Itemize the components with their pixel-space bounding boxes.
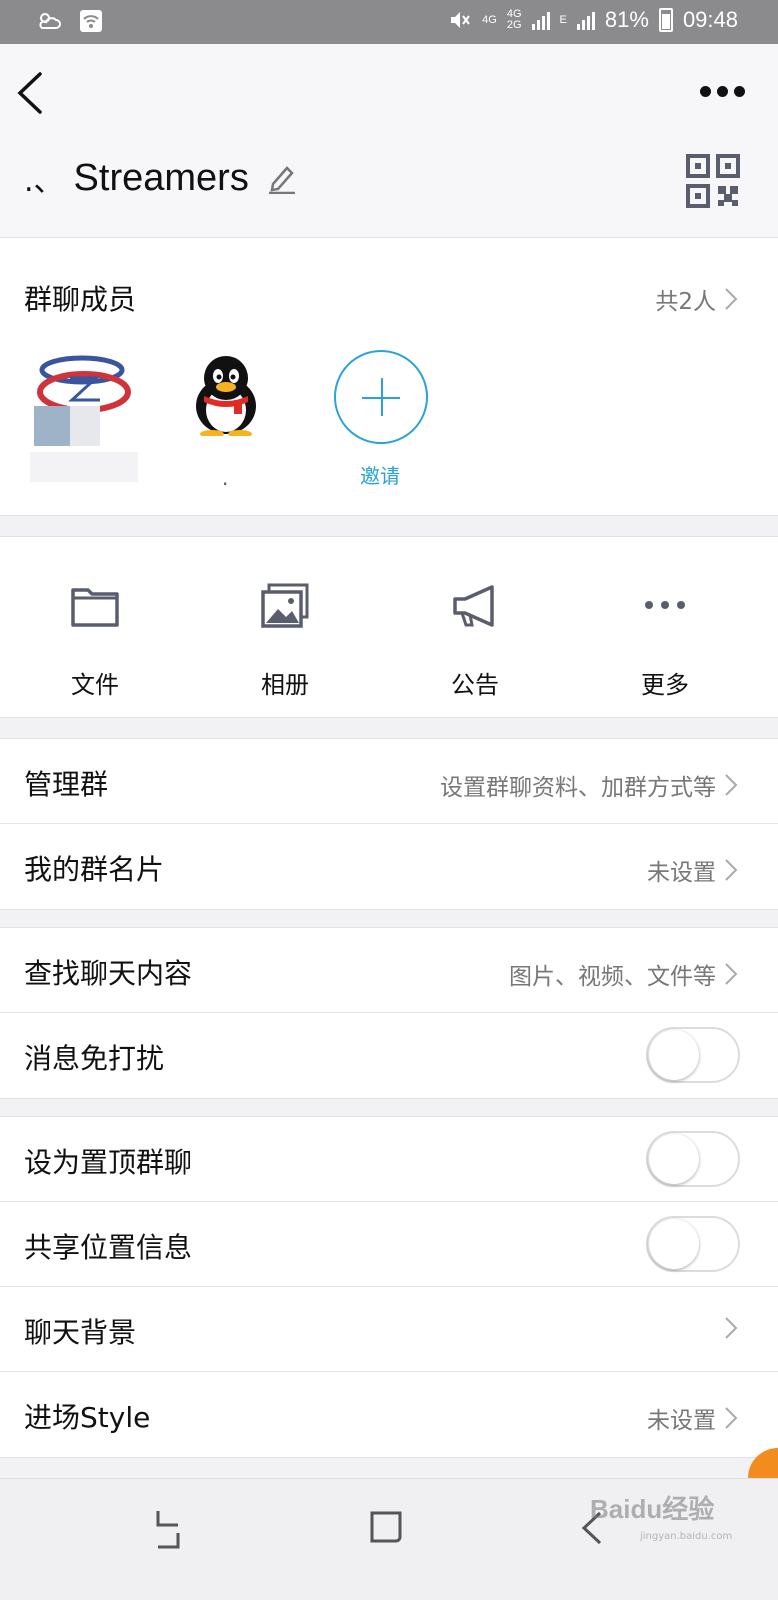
row-search-value: 图片、视频、文件等 — [509, 964, 716, 990]
network-dual-bottom: 2G — [506, 19, 522, 31]
folder-icon — [71, 588, 119, 627]
clock: 09:48 — [682, 7, 738, 32]
album-icon — [261, 583, 309, 628]
shortcut-announcement-label: 公告 — [451, 671, 499, 699]
watermark-logo: Baidu经验 — [590, 1494, 715, 1524]
announcement-icon — [453, 585, 494, 627]
invite-label[interactable]: 邀请 — [360, 460, 400, 489]
status-bar: 4G 4G 2G E 81% 09:48 — [0, 0, 778, 44]
row-mute: 消息免打扰 — [0, 1013, 778, 1098]
row-pin-label: 设为置顶群聊 — [24, 1146, 193, 1179]
back-arrow-icon[interactable] — [14, 70, 48, 116]
watermark-url: jingyan.baidu.com — [640, 1531, 733, 1542]
row-manage-label: 管理群 — [24, 768, 109, 801]
members-title: 群聊成员 — [24, 283, 137, 316]
row-my-card-value-wrap: 未设置 — [647, 853, 738, 887]
network-dual-label: 4G 2G — [507, 9, 522, 31]
wifi-icon — [80, 10, 102, 32]
row-search-value-wrap: 图片、视频、文件等 — [509, 957, 738, 991]
shortcut-more[interactable]: 更多 — [570, 537, 760, 719]
members-count: 共2人 — [655, 289, 716, 315]
row-location-label: 共享位置信息 — [24, 1231, 193, 1264]
chevron-right-icon — [725, 1317, 738, 1339]
members-count-link[interactable]: 共2人 — [655, 282, 738, 316]
shortcut-more-label: 更多 — [641, 671, 689, 699]
member-avatar-2[interactable] — [190, 356, 262, 436]
row-search-history[interactable]: 查找聊天内容 图片、视频、文件等 — [0, 928, 778, 1013]
chevron-right-icon — [725, 859, 738, 881]
battery-percent: 81% — [604, 7, 649, 32]
row-background[interactable]: 聊天背景 — [0, 1287, 778, 1372]
shortcut-grid: 文件 相册 公告 更多 — [0, 536, 778, 718]
home-icon[interactable] — [368, 1509, 404, 1545]
group-header: .、 Streamers — [0, 44, 778, 238]
member-2-name: . — [222, 466, 229, 490]
row-manage-group[interactable]: 管理群 设置群聊资料、加群方式等 — [0, 739, 778, 824]
shortcut-album[interactable]: 相册 — [190, 537, 380, 719]
row-manage-value-wrap: 设置群聊资料、加群方式等 — [440, 768, 738, 802]
row-my-card[interactable]: 我的群名片 未设置 — [0, 824, 778, 909]
row-style-value: 未设置 — [647, 1408, 716, 1434]
chevron-right-icon — [725, 1407, 738, 1429]
group-title-row[interactable]: .、 Streamers — [24, 156, 297, 200]
shortcut-files-label: 文件 — [71, 671, 119, 699]
group-title: Streamers — [73, 156, 249, 199]
more-icon — [645, 601, 685, 609]
qr-code-icon[interactable] — [686, 154, 740, 208]
row-entry-style[interactable]: 进场Style 未设置 — [0, 1372, 778, 1457]
pin-toggle[interactable] — [646, 1131, 740, 1187]
row-search-label: 查找聊天内容 — [24, 957, 193, 990]
row-mute-label: 消息免打扰 — [24, 1042, 165, 1075]
shortcut-files[interactable]: 文件 — [0, 537, 190, 719]
mute-toggle[interactable] — [646, 1027, 740, 1083]
recent-apps-icon[interactable] — [148, 1507, 188, 1551]
chevron-right-icon — [725, 963, 738, 985]
row-my-card-label: 我的群名片 — [24, 853, 165, 886]
invite-plus-icon[interactable] — [334, 350, 428, 444]
shortcut-announcement[interactable]: 公告 — [380, 537, 570, 719]
members-section: 群聊成员 共2人 . 邀请 — [0, 238, 778, 516]
cloud-sun-icon — [39, 13, 61, 29]
row-manage-value: 设置群聊资料、加群方式等 — [440, 775, 716, 801]
row-location: 共享位置信息 — [0, 1202, 778, 1287]
row-style-label: 进场Style — [24, 1401, 151, 1434]
signal-icon — [531, 10, 550, 30]
battery-icon — [658, 8, 673, 32]
row-background-value-wrap — [724, 1316, 738, 1340]
group-title-prefix: .、 — [24, 164, 64, 199]
edit-pencil-icon[interactable] — [267, 162, 297, 194]
network-4g-label: 4G — [482, 13, 497, 26]
shortcut-album-label: 相册 — [261, 671, 309, 699]
chevron-right-icon — [725, 288, 738, 310]
row-background-label: 聊天背景 — [24, 1316, 137, 1349]
mute-icon — [451, 12, 470, 28]
row-style-value-wrap: 未设置 — [647, 1401, 738, 1435]
settings-group-3: 设为置顶群聊 共享位置信息 聊天背景 进场Style 未设置 — [0, 1116, 778, 1458]
system-nav-bar: Baidu经验 jingyan.baidu.com — [0, 1478, 778, 1600]
chevron-right-icon — [725, 774, 738, 796]
signal-icon-2 — [576, 10, 595, 30]
row-pin: 设为置顶群聊 — [0, 1117, 778, 1202]
member-avatar-1[interactable] — [30, 348, 138, 484]
location-toggle[interactable] — [646, 1216, 740, 1272]
settings-group-1: 管理群 设置群聊资料、加群方式等 我的群名片 未设置 — [0, 738, 778, 910]
more-options-button[interactable] — [700, 80, 748, 102]
row-my-card-value: 未设置 — [647, 860, 716, 886]
network-e-label: E — [559, 13, 567, 26]
settings-group-2: 查找聊天内容 图片、视频、文件等 消息免打扰 — [0, 927, 778, 1099]
